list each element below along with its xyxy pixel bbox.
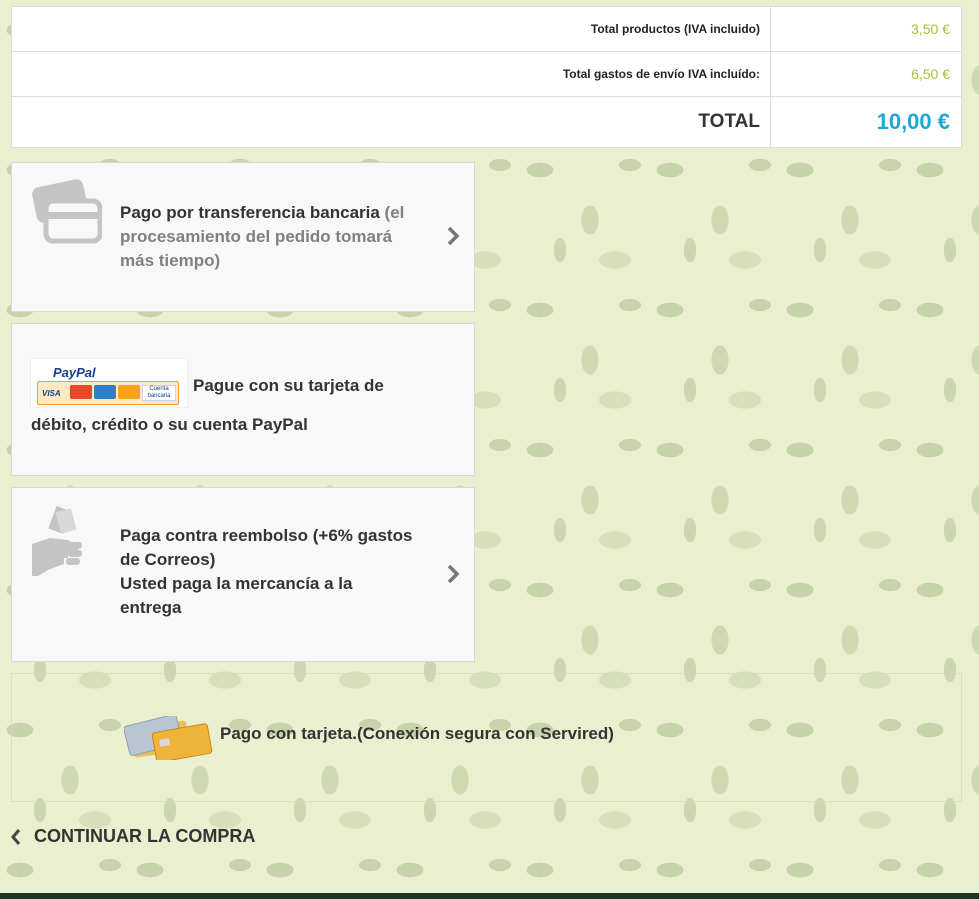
footer-bar: [0, 893, 979, 899]
cod-line-2: de Correos): [120, 550, 216, 569]
order-totals-table: Total productos (IVA incluido) 3,50 € To…: [11, 6, 962, 148]
grand-total-label: TOTAL: [12, 97, 771, 147]
shipping-total-label: Total gastos de envío IVA incluído:: [12, 52, 771, 96]
payment-option-paypal[interactable]: PayPal VISA Cuenta bancaria Pague con su…: [11, 323, 475, 476]
continue-shopping-link[interactable]: CONTINUAR LA COMPRA: [10, 826, 255, 847]
credit-card-icon: [32, 179, 102, 244]
card-payment-label: Pago con tarjeta.(Conexión segura con Se…: [220, 724, 614, 743]
chevron-right-icon: [447, 564, 460, 584]
paypal-logo-text: PayPal: [53, 365, 96, 380]
cod-line-1: Paga contra reembolso (+6% gastos: [120, 526, 413, 545]
visa-logo-text: VISA: [42, 389, 61, 398]
products-total-label: Total productos (IVA incluido): [12, 7, 771, 51]
continue-shopping-label: CONTINUAR LA COMPRA: [34, 826, 256, 846]
bank-transfer-note-1: (el: [379, 203, 405, 222]
amex-icon: [94, 385, 116, 399]
paypal-logo: PayPal VISA Cuenta bancaria: [30, 358, 188, 408]
chevron-right-icon: [447, 226, 460, 246]
bank-account-logo-text: Cuenta bancaria: [142, 385, 176, 401]
cash-on-delivery-text: Paga contra reembolso (+6% gastos de Cor…: [120, 524, 450, 620]
cod-line-3: Usted paga la mercancía a la: [120, 574, 353, 593]
paypal-card-strip: VISA Cuenta bancaria: [37, 381, 179, 405]
cod-line-4: entrega: [120, 598, 182, 617]
bank-transfer-note-3: más tiempo): [120, 251, 221, 270]
products-total-value: 3,50 €: [911, 21, 950, 37]
totals-row-grand-total: TOTAL 10,00 €: [12, 97, 961, 147]
payment-option-card-servired[interactable]: Pago con tarjeta.(Conexión segura con Se…: [11, 673, 962, 802]
cash-hand-icon: [32, 506, 82, 576]
totals-row-shipping: Total gastos de envío IVA incluído: 6,50…: [12, 52, 961, 97]
mastercard-icon: [70, 385, 92, 399]
bank-transfer-text: Pago por transferencia bancaria (el proc…: [120, 201, 440, 273]
shipping-total-value: 6,50 €: [911, 66, 950, 82]
payment-option-cash-on-delivery[interactable]: Paga contra reembolso (+6% gastos de Cor…: [11, 487, 475, 662]
payment-option-bank-transfer[interactable]: Pago por transferencia bancaria (el proc…: [11, 162, 475, 312]
paypal-text-line1: Pague con su tarjeta de: [193, 376, 384, 395]
bank-transfer-title: Pago por transferencia bancaria: [120, 203, 380, 222]
paypal-text-line2: débito, crédito o su cuenta PayPal: [31, 415, 308, 434]
chevron-left-icon: [11, 828, 21, 845]
totals-row-products: Total productos (IVA incluido) 3,50 €: [12, 7, 961, 52]
grand-total-value: 10,00 €: [876, 109, 950, 134]
card-icon: [118, 385, 140, 399]
credit-cards-icon: [124, 716, 213, 760]
bank-transfer-note-2: procesamiento del pedido tomará: [120, 227, 393, 246]
